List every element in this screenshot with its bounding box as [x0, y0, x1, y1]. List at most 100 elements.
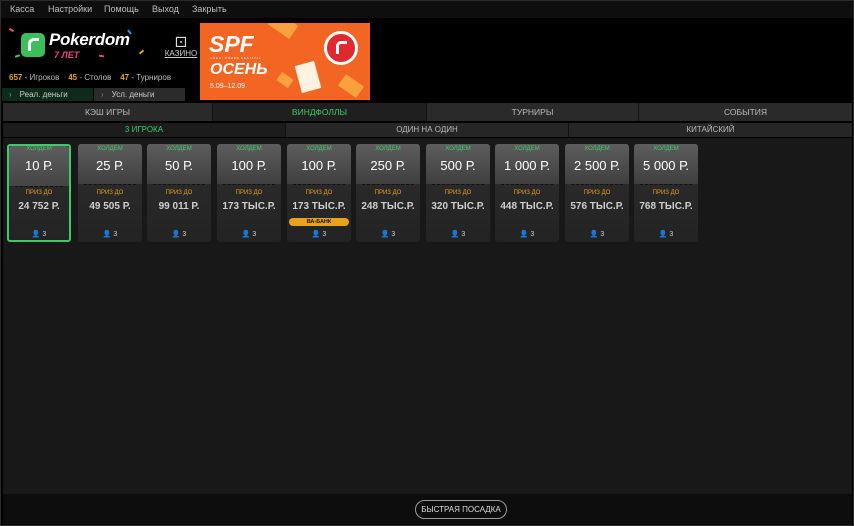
user-icon: 👤 [102, 231, 112, 238]
confetti-decoration [8, 27, 15, 33]
prize-label: ПРИЗ ДО [165, 190, 193, 196]
player-count-value: 3 [113, 231, 118, 238]
prize-label: ПРИЗ ДО [235, 190, 263, 196]
quick-seat-button[interactable]: БЫСТРАЯ ПОСАДКА [415, 500, 507, 519]
windfall-card[interactable]: ХОЛДЕМ 2 500 Р. ПРИЗ ДО 576 ТЫС.Р. 👤 3 [565, 144, 629, 242]
buyin-amount: 50 Р. [165, 158, 193, 173]
player-count-value: 3 [461, 231, 466, 238]
user-icon: 👤 [519, 231, 529, 238]
casino-label: КАЗИНО [164, 49, 198, 58]
windfall-card[interactable]: ХОЛДЕМ 250 Р. ПРИЗ ДО 248 ТЫС.Р. 👤 3 [356, 144, 420, 242]
spf-promo-banner[interactable]: SPF SOCHI POKER FESTIVAL ОСЕНЬ 5.09–12.0… [200, 23, 370, 100]
divider [223, 184, 275, 185]
menu-bar: Касса Настройки Помощь Выход Закрыть [1, 1, 853, 18]
logo-years: 7 ЛЕТ [54, 50, 80, 60]
buyin-amount: 1 000 Р. [504, 158, 550, 173]
user-icon: 👤 [589, 231, 599, 238]
prize-amount: 320 ТЫС.Р. [431, 201, 485, 212]
tab-real-money[interactable]: › Реал. деньги [2, 88, 93, 101]
pokerdom-logo[interactable]: Pokerdom 7 ЛЕТ [7, 25, 157, 73]
menu-settings[interactable]: Настройки [48, 4, 92, 14]
user-icon: 👤 [658, 231, 668, 238]
menu-logout[interactable]: Выход [152, 4, 179, 14]
menu-help[interactable]: Помощь [104, 4, 139, 14]
prize-amount: 173 ТЫС.Р. [292, 201, 346, 212]
player-count-value: 3 [600, 231, 605, 238]
banner-dates: 5.09–12.09 [210, 83, 246, 90]
windfall-card[interactable]: ХОЛДЕМ 25 Р. ПРИЗ ДО 49 505 Р. 👤 3 [78, 144, 142, 242]
player-count: 👤 3 [495, 230, 559, 238]
confetti-decoration [98, 54, 105, 58]
prize-label: ПРИЗ ДО [305, 190, 333, 196]
all-in-badge: ВА-БАНК [289, 218, 349, 226]
tab-play-money-label: Усл. деньги [111, 90, 155, 99]
players-count: 657 [9, 73, 23, 82]
tab-cash-games[interactable]: КЭШ ИГРЫ [3, 103, 213, 121]
prize-label: ПРИЗ ДО [374, 190, 402, 196]
leaf-decoration [337, 73, 365, 99]
game-type-label: ХОЛДЕМ [584, 146, 610, 152]
dice-icon: ⚀ [174, 34, 188, 50]
confetti-decoration [14, 54, 21, 58]
player-count: 👤 3 [147, 230, 211, 238]
banner-season: ОСЕНЬ [210, 61, 268, 78]
buyin-amount: 25 Р. [96, 158, 124, 173]
windfall-card[interactable]: ХОЛДЕМ 100 Р. ПРИЗ ДО 173 ТЫС.Р. 👤 3 [217, 144, 281, 242]
tab-play-money[interactable]: › Усл. деньги [94, 88, 185, 101]
menu-cashier[interactable]: Касса [10, 4, 34, 14]
game-type-label: ХОЛДЕМ [375, 146, 401, 152]
confetti-decoration [138, 49, 145, 55]
windfall-card[interactable]: ХОЛДЕМ 1 000 Р. ПРИЗ ДО 448 ТЫС.Р. 👤 3 [495, 144, 559, 242]
game-type-label: ХОЛДЕМ [445, 146, 471, 152]
prize-amount: 99 011 Р. [158, 201, 200, 212]
buyin-amount: 100 Р. [301, 158, 337, 173]
tab-chinese[interactable]: КИТАЙСКИЙ [569, 123, 852, 137]
player-count: 👤 3 [634, 230, 698, 238]
prize-amount: 248 ТЫС.Р. [361, 201, 415, 212]
tab-3-players[interactable]: 3 ИГРОКА [3, 123, 286, 137]
game-type-label: ХОЛДЕМ [166, 146, 192, 152]
user-icon: 👤 [31, 231, 41, 238]
main-tabs: КЭШ ИГРЫ ВИНДФОЛЛЫ ТУРНИРЫ СОБЫТИЯ [3, 103, 852, 121]
windfall-card[interactable]: ХОЛДЕМ 10 Р. ПРИЗ ДО 24 752 Р. 👤 3 [7, 144, 71, 242]
tab-windfalls[interactable]: ВИНДФОЛЛЫ [213, 103, 427, 121]
player-count-value: 3 [322, 231, 327, 238]
buyin-amount: 10 Р. [25, 158, 53, 173]
pokerdom-p-icon [21, 33, 45, 57]
tab-tournaments[interactable]: ТУРНИРЫ [427, 103, 639, 121]
divider [153, 184, 205, 185]
game-type-label: ХОЛДЕМ [26, 146, 52, 152]
divider [362, 184, 414, 185]
player-count-value: 3 [530, 231, 535, 238]
chevron-right-icon: › [101, 90, 104, 99]
prize-amount: 768 ТЫС.Р. [639, 201, 693, 212]
user-icon: 👤 [450, 231, 460, 238]
buyin-amount: 250 Р. [370, 158, 406, 173]
buyin-amount: 5 000 Р. [643, 158, 689, 173]
game-type-label: ХОЛДЕМ [97, 146, 123, 152]
player-count: 👤 3 [356, 230, 420, 238]
prize-label: ПРИЗ ДО [25, 190, 53, 196]
player-count: 👤 3 [565, 230, 629, 238]
game-type-label: ХОЛДЕМ [236, 146, 262, 152]
player-count: 👤 3 [9, 230, 69, 238]
windfall-card[interactable]: ХОЛДЕМ 100 Р. ПРИЗ ДО 173 ТЫС.Р. ВА-БАНК 👤 3 [287, 144, 351, 242]
divider [84, 184, 136, 185]
prize-label: ПРИЗ ДО [96, 190, 124, 196]
menu-close[interactable]: Закрыть [192, 4, 227, 14]
player-count-value: 3 [182, 231, 187, 238]
tables-label: - Столов [77, 73, 112, 82]
windfall-card[interactable]: ХОЛДЕМ 500 Р. ПРИЗ ДО 320 ТЫС.Р. 👤 3 [426, 144, 490, 242]
prize-amount: 448 ТЫС.Р. [500, 201, 554, 212]
prize-amount: 173 ТЫС.Р. [222, 201, 276, 212]
player-count: 👤 3 [287, 230, 351, 238]
tab-events[interactable]: СОБЫТИЯ [639, 103, 852, 121]
banner-subtitle: SOCHI POKER FESTIVAL [210, 56, 262, 60]
windfall-card[interactable]: ХОЛДЕМ 5 000 Р. ПРИЗ ДО 768 ТЫС.Р. 👤 3 [634, 144, 698, 242]
windfall-card[interactable]: ХОЛДЕМ 50 Р. ПРИЗ ДО 99 011 Р. 👤 3 [147, 144, 211, 242]
buyin-amount: 100 Р. [231, 158, 267, 173]
prize-label: ПРИЗ ДО [444, 190, 472, 196]
casino-link[interactable]: ⚀ КАЗИНО [161, 35, 201, 67]
poker-chip-icon [324, 31, 358, 65]
tab-heads-up[interactable]: ОДИН НА ОДИН [286, 123, 569, 137]
